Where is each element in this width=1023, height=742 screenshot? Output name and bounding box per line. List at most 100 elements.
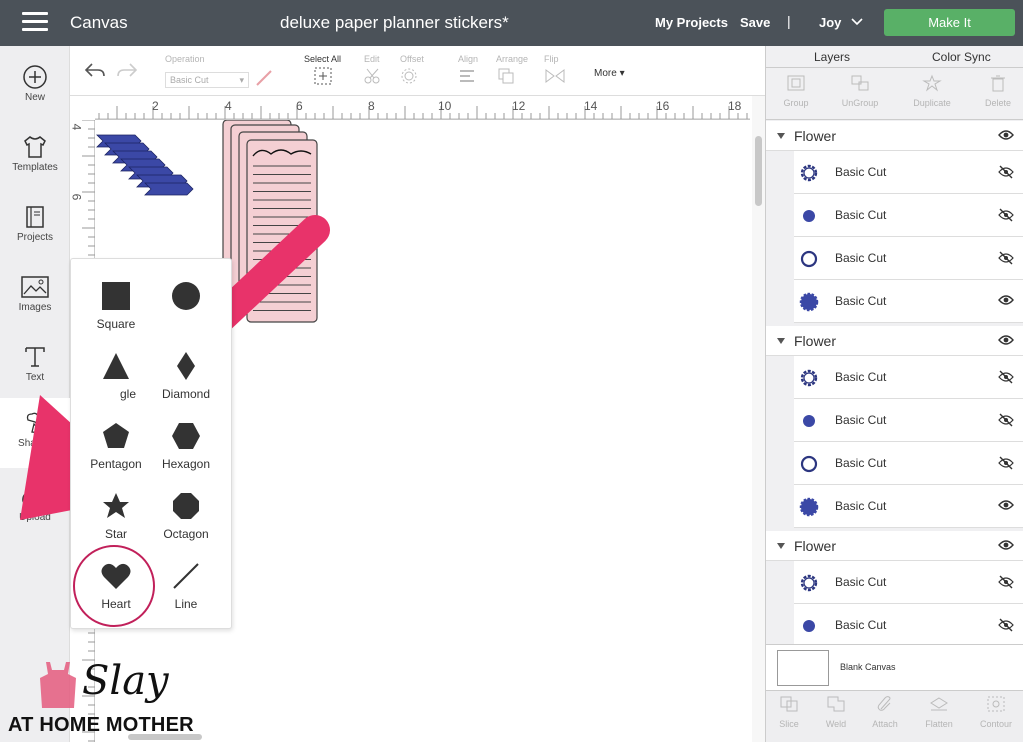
layer-name: Basic Cut [835, 499, 887, 513]
flower-filled-icon [799, 292, 819, 312]
arrange-group[interactable]: Arrange [496, 54, 528, 87]
vertical-scrollbar-thumb[interactable] [755, 136, 762, 206]
pen-color-icon[interactable] [254, 68, 274, 88]
eye-icon[interactable] [998, 539, 1014, 551]
operation-select[interactable]: Basic Cut ▾ [165, 72, 249, 88]
shape-pentagon-label: Pentagon [90, 457, 142, 471]
duplicate-button[interactable]: Duplicate [902, 74, 962, 108]
ring-icon [800, 455, 818, 473]
undo-icon[interactable] [84, 62, 106, 78]
filled-circle-icon [803, 210, 815, 222]
group-label: Group [783, 98, 809, 108]
ungroup-button[interactable]: UnGroup [830, 74, 890, 108]
attach-button[interactable]: Attach [855, 695, 915, 729]
layer-row[interactable]: Basic Cut [794, 561, 1023, 604]
layer-row[interactable]: Basic Cut [794, 237, 1023, 280]
rail-new[interactable]: New [0, 52, 70, 122]
eye-off-icon[interactable] [998, 370, 1014, 384]
delete-label: Delete [984, 98, 1011, 108]
layer-row[interactable]: Basic Cut [794, 356, 1023, 399]
trash-icon [991, 75, 1005, 92]
caret-down-icon[interactable] [776, 542, 786, 550]
layer-row[interactable]: Basic Cut [794, 399, 1023, 442]
offset-group[interactable]: Offset [400, 54, 424, 87]
shape-octagon[interactable]: Octagon [151, 491, 221, 551]
shape-line-label: Line [174, 597, 198, 611]
layer-row[interactable]: Basic Cut [794, 604, 1023, 647]
more-menu[interactable]: More ▾ [594, 68, 625, 79]
redo-icon[interactable] [116, 62, 138, 78]
layer-actions: Group UnGroup Duplicate Delete [766, 68, 1023, 120]
layers-tabs: Layers Color Sync [766, 46, 1023, 68]
delete-button[interactable]: Delete [968, 74, 1023, 108]
edit-group[interactable]: Edit [364, 54, 386, 87]
eye-icon[interactable] [998, 294, 1014, 306]
eye-icon[interactable] [998, 499, 1014, 511]
eye-off-icon[interactable] [998, 413, 1014, 427]
menu-icon[interactable] [22, 12, 48, 34]
navy-arrow-stickers[interactable] [95, 132, 200, 200]
apron-icon [40, 662, 76, 708]
layer-group-header[interactable]: Flower [766, 121, 1023, 151]
layers-panel: Layers Color Sync Group UnGroup Duplicat… [765, 46, 1023, 742]
make-it-button[interactable]: Make It [884, 9, 1015, 36]
save-link[interactable]: Save [740, 15, 770, 30]
eye-icon[interactable] [998, 129, 1014, 141]
flatten-button[interactable]: Flatten [909, 695, 969, 729]
eye-off-icon[interactable] [998, 165, 1014, 179]
layer-name: Basic Cut [835, 208, 887, 222]
shape-diamond[interactable]: Diamond [151, 351, 221, 411]
tab-layers[interactable]: Layers [814, 50, 850, 64]
layer-group-name: Flower [794, 333, 837, 349]
shape-octagon-label: Octagon [163, 527, 209, 541]
arrange-icon [498, 68, 514, 84]
shape-line[interactable]: Line [151, 561, 221, 621]
shape-triangle[interactable]: gle [81, 351, 151, 411]
scissors-icon [364, 68, 380, 84]
select-all-group[interactable]: Select All [304, 54, 341, 87]
my-projects-link[interactable]: My Projects [655, 15, 728, 30]
caret-down-icon[interactable] [776, 132, 786, 140]
eye-off-icon[interactable] [998, 251, 1014, 265]
blank-canvas-swatch[interactable] [777, 650, 829, 686]
shape-hexagon-label: Hexagon [161, 457, 211, 471]
align-group[interactable]: Align [458, 54, 482, 87]
slice-label: Slice [779, 719, 799, 729]
layer-row[interactable]: Basic Cut [794, 442, 1023, 485]
ruler-label: 14 [584, 99, 598, 113]
flip-group[interactable]: Flip [544, 54, 570, 87]
eye-icon[interactable] [998, 334, 1014, 346]
shape-hexagon[interactable]: Hexagon [151, 421, 221, 481]
arrange-label: Arrange [496, 54, 529, 64]
layer-row[interactable]: Basic Cut [794, 280, 1023, 323]
eye-off-icon[interactable] [998, 208, 1014, 222]
contour-label: Contour [979, 719, 1013, 729]
contour-button[interactable]: Contour [966, 695, 1023, 729]
weld-label: Weld [825, 719, 847, 729]
edit-toolbar: Operation Basic Cut ▾ Select All Edit Of… [70, 46, 765, 96]
rail-templates[interactable]: Templates [0, 122, 70, 192]
layer-group-header[interactable]: Flower [766, 531, 1023, 561]
group-button[interactable]: Group [766, 74, 826, 108]
ruler-label: 10 [438, 99, 452, 113]
eye-off-icon[interactable] [998, 618, 1014, 632]
chevron-down-icon[interactable] [850, 14, 864, 28]
layer-row[interactable]: Basic Cut [794, 151, 1023, 194]
document-title[interactable]: deluxe paper planner stickers* [280, 13, 509, 33]
layer-row[interactable]: Basic Cut [794, 485, 1023, 528]
user-menu[interactable]: Joy [819, 15, 841, 30]
star-icon [103, 493, 129, 518]
caret-down-icon[interactable] [776, 337, 786, 345]
eye-off-icon[interactable] [998, 456, 1014, 470]
tab-color-sync[interactable]: Color Sync [932, 50, 991, 64]
layer-group-header[interactable]: Flower [766, 326, 1023, 356]
shape-pentagon[interactable]: Pentagon [81, 421, 151, 481]
layer-row[interactable]: Basic Cut [794, 194, 1023, 237]
shape-circle[interactable] [151, 281, 221, 341]
blank-canvas-row[interactable]: Blank Canvas [766, 644, 1023, 690]
eye-off-icon[interactable] [998, 575, 1014, 589]
shape-square[interactable]: Square [81, 281, 151, 341]
shape-star[interactable]: Star [81, 491, 151, 551]
vertical-scrollbar[interactable] [752, 96, 765, 742]
diamond-icon [177, 352, 195, 380]
